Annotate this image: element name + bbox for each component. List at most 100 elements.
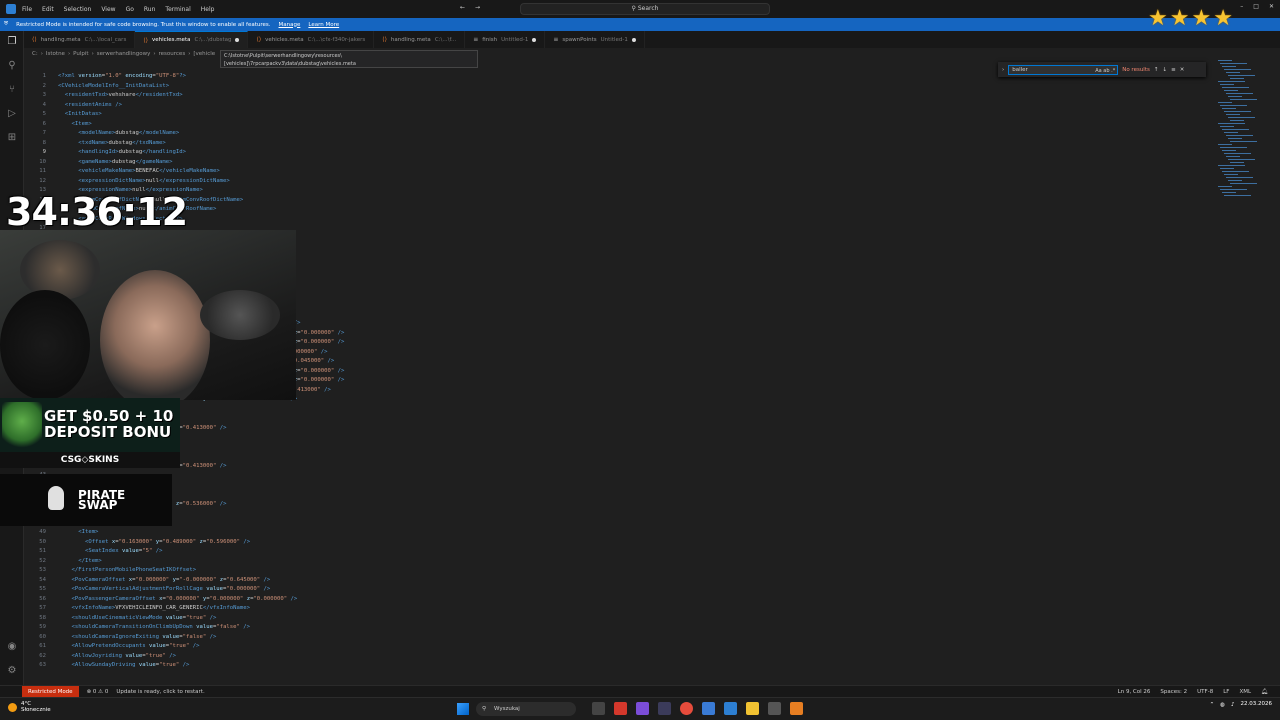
clock[interactable]: 22.03.2026: [1241, 701, 1273, 708]
weather-widget[interactable]: 4°C Słonecznie: [8, 701, 51, 713]
menu-file[interactable]: File: [22, 6, 32, 13]
tab-handling-meta-local[interactable]: ⟨⟩ handling.meta C:\...\local_cars: [24, 31, 136, 48]
network-icon[interactable]: ◍: [1220, 702, 1225, 708]
code-line[interactable]: 14 <animConvRoofDictName>null</animConvR…: [24, 196, 1204, 206]
menu-terminal[interactable]: Terminal: [165, 6, 190, 13]
code-line[interactable]: 16 <animConvRoofWindowsAffected />: [24, 215, 1204, 225]
app-icon[interactable]: [768, 702, 781, 715]
breadcrumb-item[interactable]: serwerhandlingowy: [97, 51, 151, 57]
code-line[interactable]: 43: [24, 471, 1204, 481]
code-line[interactable]: 61 <AllowPretendOccupants value="true" /…: [24, 642, 1204, 652]
minimize-icon[interactable]: –: [1240, 3, 1243, 10]
code-line[interactable]: 44: [24, 481, 1204, 491]
tab-vehicles-meta-jakers[interactable]: ⟨⟩ vehicles.meta C:\...\cfx-f340r-jakers: [248, 31, 375, 48]
end-of-line[interactable]: LF: [1223, 689, 1229, 695]
tab-spawnpoints[interactable]: ≡ spawnPoints Untitled-1: [545, 31, 645, 48]
tab-handling-meta-f[interactable]: ⟨⟩ handling.meta C:\...\f...: [374, 31, 466, 48]
code-line[interactable]: 50 <Offset x="0.163000" y="0.489000" z="…: [24, 538, 1204, 548]
breadcrumb-item[interactable]: [vehicle: [193, 51, 215, 57]
code-line[interactable]: 40: [24, 443, 1204, 453]
code-line[interactable]: 37: [24, 414, 1204, 424]
unsaved-dot-icon[interactable]: [631, 37, 636, 42]
app-icon[interactable]: [636, 702, 649, 715]
code-line[interactable]: 57 <vfxInfoName>VFXVEHICLEINFO_CAR_GENER…: [24, 604, 1204, 614]
restricted-mode-indicator[interactable]: Restricted Mode: [22, 685, 79, 698]
file-explorer-icon[interactable]: [746, 702, 759, 715]
code-line[interactable]: 47 <SeatIndex value="4" />: [24, 509, 1204, 519]
update-notice[interactable]: Update is ready, click to restart.: [116, 689, 204, 695]
unsaved-dot-icon[interactable]: [532, 37, 537, 42]
problems-indicator[interactable]: ⊗ 0 ⚠ 0: [87, 689, 109, 695]
maximize-icon[interactable]: □: [1253, 3, 1259, 10]
extensions-icon[interactable]: ⊞: [6, 132, 18, 144]
source-control-icon[interactable]: ⑂: [6, 84, 18, 96]
breadcrumb-item[interactable]: Istotne: [46, 51, 65, 57]
obs-icon[interactable]: [658, 702, 671, 715]
code-line[interactable]: 4 <residentAnims />: [24, 101, 1204, 111]
find-options[interactable]: Aa ab .*: [1095, 67, 1115, 75]
code-line[interactable]: 6 <Item>: [24, 120, 1204, 130]
code-line[interactable]: 5 <InitDatas>: [24, 110, 1204, 120]
code-line[interactable]: 63 <AllowSundayDriving value="true" />: [24, 661, 1204, 671]
code-line[interactable]: 13 <expressionName>null</expressionName>: [24, 186, 1204, 196]
code-line[interactable]: 59 <shouldCameraTransitionOnClimbUpDown …: [24, 623, 1204, 633]
code-line[interactable]: 48 </Item>: [24, 519, 1204, 529]
search-icon[interactable]: ⚲: [6, 60, 18, 72]
brave-browser-icon[interactable]: [614, 702, 627, 715]
close-window-icon[interactable]: ✕: [1269, 3, 1274, 10]
code-line[interactable]: 49 <Item>: [24, 528, 1204, 538]
app-icon[interactable]: [790, 702, 803, 715]
code-line[interactable]: 55 <PovCameraVerticalAdjustmentForRollCa…: [24, 585, 1204, 595]
code-line[interactable]: 39: [24, 433, 1204, 443]
code-line[interactable]: 42 .191000" z="0.413000" />: [24, 462, 1204, 472]
explorer-icon[interactable]: ❐: [6, 36, 18, 48]
next-match-icon[interactable]: ↓: [1162, 67, 1167, 73]
language-mode[interactable]: XML: [1239, 689, 1251, 695]
code-line[interactable]: 62 <AllowJoyriding value="true" />: [24, 652, 1204, 662]
code-line[interactable]: 2 <CVehicleModelInfo__InitDataList>: [24, 82, 1204, 92]
code-line[interactable]: 60 <shouldCameraIgnoreExiting value="fal…: [24, 633, 1204, 643]
code-line[interactable]: 10 <gameName>dubstag</gameName>: [24, 158, 1204, 168]
code-line[interactable]: 58 <shouldUseCinematicViewMode value="tr…: [24, 614, 1204, 624]
chrome-icon[interactable]: [680, 702, 693, 715]
menu-edit[interactable]: Edit: [42, 6, 54, 13]
breadcrumb-item[interactable]: C:: [32, 51, 38, 57]
code-line[interactable]: 38 .191000" z="0.413000" />: [24, 424, 1204, 434]
tray-chevron-icon[interactable]: ⌃: [1210, 702, 1215, 708]
minimap[interactable]: [1214, 60, 1270, 200]
unsaved-dot-icon[interactable]: [235, 38, 240, 42]
menu-selection[interactable]: Selection: [64, 6, 92, 13]
menu-run[interactable]: Run: [144, 6, 156, 13]
code-line[interactable]: 46 .361000" z="0.536000" />: [24, 500, 1204, 510]
code-line[interactable]: 51 <SeatIndex value="5" />: [24, 547, 1204, 557]
code-line[interactable]: 11 <vehicleMakeName>BENEFAC</vehicleMake…: [24, 167, 1204, 177]
start-button-icon[interactable]: [457, 703, 469, 715]
code-line[interactable]: 56 <PovPassengerCameraOffset x="0.000000…: [24, 595, 1204, 605]
cursor-position[interactable]: Ln 9, Col 26: [1118, 689, 1151, 695]
toggle-replace-chevron-icon[interactable]: ›: [1002, 67, 1004, 73]
find-input[interactable]: baller Aa ab .*: [1008, 64, 1119, 75]
tab-finish[interactable]: ≡ finish Untitled-1: [465, 31, 546, 48]
find-in-selection-icon[interactable]: ≡: [1171, 67, 1176, 73]
back-arrow-icon[interactable]: ←: [460, 4, 465, 11]
menu-go[interactable]: Go: [126, 6, 134, 13]
code-line[interactable]: 36 tIKOffset>: [24, 405, 1204, 415]
menu-view[interactable]: View: [101, 6, 115, 13]
code-line[interactable]: 54 <PovCameraOffset x="0.000000" y="-0.0…: [24, 576, 1204, 586]
code-line[interactable]: 9 <handlingId>dubstag</handlingId>: [24, 148, 1204, 158]
code-line[interactable]: 15 <animConvRoofName>null</animConvRoofN…: [24, 205, 1204, 215]
learn-more-link[interactable]: Learn More: [308, 22, 339, 28]
code-line[interactable]: 41: [24, 452, 1204, 462]
taskbar-search[interactable]: ⚲ Wyszukaj: [476, 702, 576, 716]
command-center-search[interactable]: ⚲ Search: [520, 3, 770, 15]
encoding[interactable]: UTF-8: [1197, 689, 1213, 695]
code-line[interactable]: 3 <residentTxd>vehshare</residentTxd>: [24, 91, 1204, 101]
run-debug-icon[interactable]: ▷: [6, 108, 18, 120]
code-line[interactable]: 12 <expressionDictName>null</expressionD…: [24, 177, 1204, 187]
close-find-icon[interactable]: ✕: [1180, 67, 1185, 73]
notifications-bell-icon[interactable]: 🔔︎: [1261, 689, 1268, 695]
task-view-icon[interactable]: [592, 702, 605, 715]
manage-link[interactable]: Manage: [279, 22, 301, 28]
code-line[interactable]: 45: [24, 490, 1204, 500]
code-line[interactable]: 52 </Item>: [24, 557, 1204, 567]
